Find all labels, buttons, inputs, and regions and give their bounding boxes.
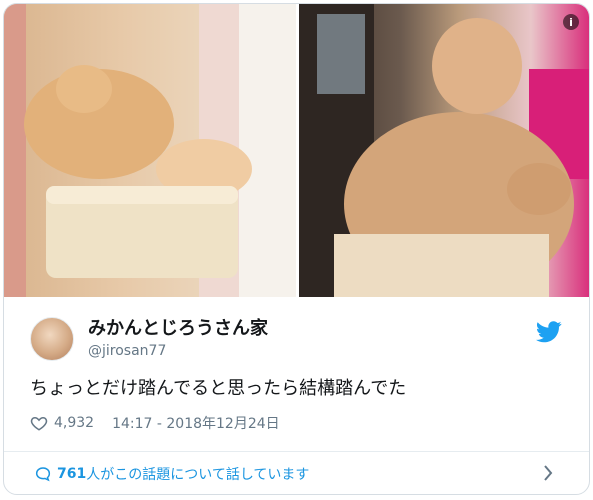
conversation-link[interactable]: 761 人がこの話題について話しています [4, 452, 589, 494]
cat-photo-illustration-left [4, 4, 296, 297]
twitter-bird-icon[interactable] [536, 321, 562, 343]
cat-photo-illustration-right [299, 4, 589, 297]
display-name[interactable]: みかんとじろうさん家 [88, 318, 268, 340]
tweet-card[interactable]: i みかんとじろうさん家 @jirosan77 ちょっとだけ踏んでると思ったら結… [3, 3, 590, 495]
conversation-count: 761 [57, 465, 87, 482]
tweet-timestamp[interactable]: 14:17 - 2018年12月24日 [112, 413, 280, 433]
tweet-meta: 4,932 14:17 - 2018年12月24日 [30, 413, 280, 433]
tweet-media[interactable]: i [4, 4, 589, 297]
tweet-photo-right[interactable]: i [299, 4, 589, 297]
avatar[interactable] [30, 317, 74, 361]
tweet-photo-left[interactable] [4, 4, 296, 297]
heart-icon[interactable] [30, 414, 48, 432]
conversation-text: 人がこの話題について話しています [86, 466, 310, 483]
user-handle[interactable]: @jirosan77 [88, 342, 268, 360]
chevron-right-icon[interactable] [543, 464, 553, 482]
like-count[interactable]: 4,932 [54, 415, 94, 431]
speech-bubble-icon [35, 466, 51, 481]
author-text: みかんとじろうさん家 @jirosan77 [88, 318, 268, 360]
tweet-author[interactable]: みかんとじろうさん家 @jirosan77 [30, 317, 268, 361]
tweet-text: ちょっとだけ踏んでると思ったら結構踏んでた [30, 378, 407, 399]
info-icon[interactable]: i [563, 14, 579, 30]
